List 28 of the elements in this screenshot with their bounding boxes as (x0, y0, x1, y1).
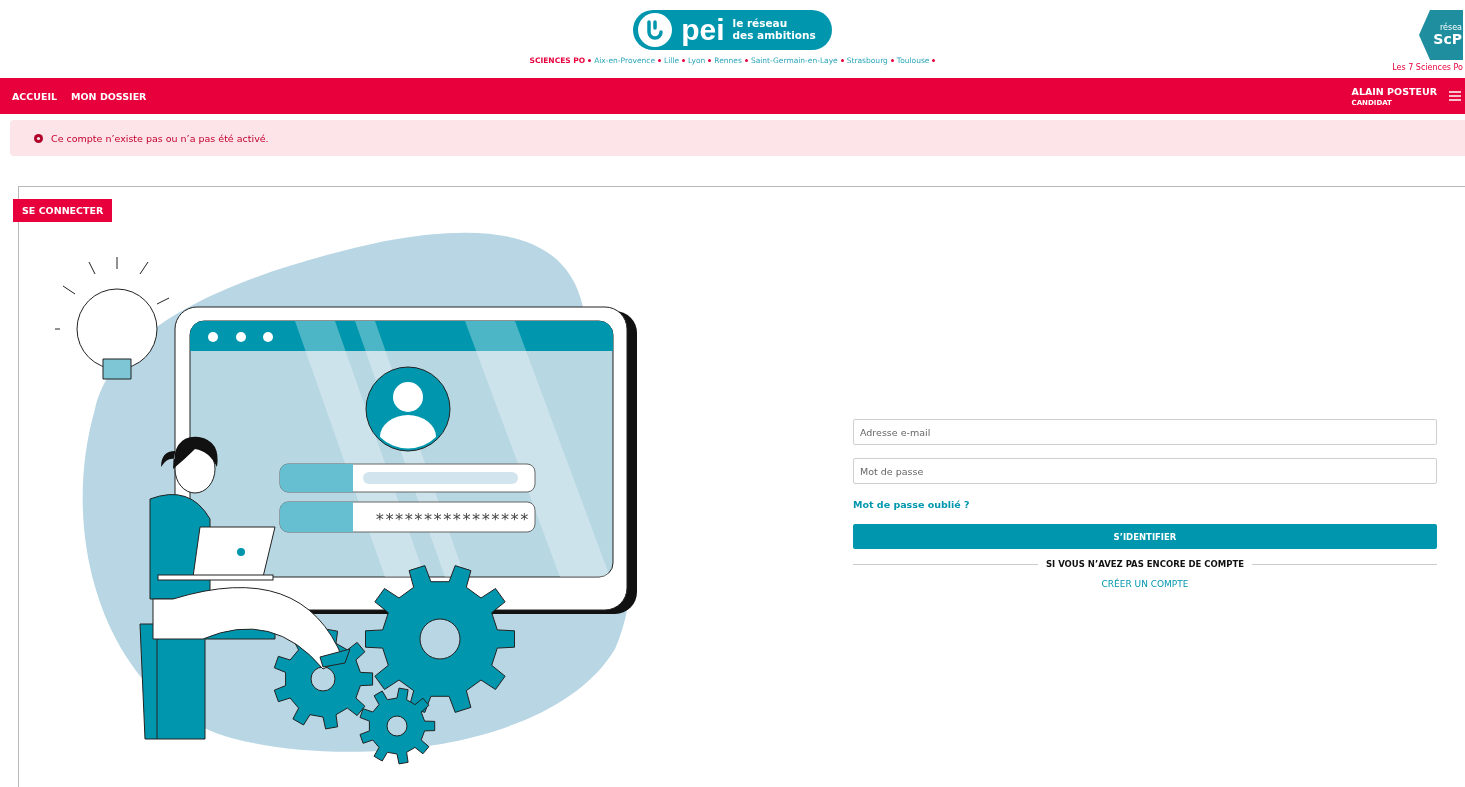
password-field[interactable]: Mot de passe (853, 458, 1437, 484)
bullet-icon (932, 59, 936, 62)
email-field[interactable]: Adresse e-mail (853, 419, 1437, 445)
divider-text: SI VOUS N’AVEZ PAS ENCORE DE COMPTE (1045, 559, 1245, 569)
logo-tagline: des ambitions (732, 30, 816, 42)
bullet-icon (658, 59, 662, 62)
bullet-icon (744, 59, 748, 62)
forgot-password-link[interactable]: Mot de passe oublié ? (853, 499, 970, 510)
create-account-link[interactable]: CRÉER UN COMPTE (1101, 579, 1189, 589)
error-message: Ce compte n’existe pas ou n’a pas été activé. (51, 132, 269, 144)
user-name: ALAIN POSTEUR (1351, 85, 1437, 97)
nav-link[interactable]: ACCUEIL (12, 90, 58, 102)
logo-wordmark: pei (681, 15, 725, 45)
nav-link[interactable]: MON DOSSIER (71, 90, 147, 102)
bullet-icon (840, 59, 844, 62)
partner-logo-text: résea (1439, 24, 1462, 32)
logo-tagline: le réseau (732, 18, 789, 30)
login-button[interactable]: S’IDENTIFIER (853, 524, 1437, 549)
section-tag: SE CONNECTER (13, 199, 113, 222)
partner-logo-caption: Les 7 Sciences Po (1392, 63, 1463, 72)
partner-logo-text: ScP (1433, 32, 1462, 46)
password-mask: **************** (375, 510, 530, 529)
menu-button[interactable] (1449, 90, 1461, 102)
bullet-icon (708, 59, 712, 62)
bullet-icon (890, 59, 894, 62)
bullet-icon (682, 59, 686, 62)
bullet-icon (588, 59, 592, 62)
error-icon (34, 133, 43, 143)
